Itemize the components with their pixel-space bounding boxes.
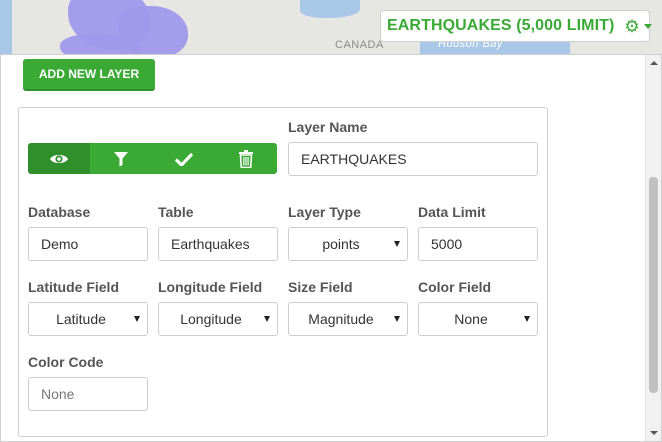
dropdown-arrow-icon bbox=[394, 241, 400, 247]
filter-button[interactable] bbox=[90, 143, 153, 174]
database-value: Demo bbox=[41, 236, 79, 252]
color-code-label: Color Code bbox=[28, 354, 104, 370]
table-label: Table bbox=[158, 204, 194, 220]
longitude-field-select[interactable]: Longitude bbox=[158, 302, 278, 336]
map-water bbox=[0, 0, 12, 60]
layer-name-value: EARTHQUAKES bbox=[301, 151, 407, 167]
layer-type-value: points bbox=[322, 236, 360, 252]
dropdown-arrow-icon bbox=[524, 316, 530, 322]
dropdown-arrow-icon bbox=[394, 316, 400, 322]
layer-title: EARTHQUAKES (5,000 LIMIT) bbox=[387, 17, 615, 34]
scrollbar-thumb[interactable] bbox=[649, 177, 658, 393]
data-limit-input[interactable]: 5000 bbox=[418, 227, 538, 261]
caret-down-icon[interactable] bbox=[643, 23, 652, 29]
color-field-label: Color Field bbox=[418, 279, 492, 295]
layer-name-label: Layer Name bbox=[288, 119, 368, 135]
size-field-label: Size Field bbox=[288, 279, 353, 295]
layer-name-input[interactable]: EARTHQUAKES bbox=[288, 142, 538, 176]
layer-menu-toggle[interactable]: EARTHQUAKES (5,000 LIMIT) ⚙ bbox=[380, 10, 652, 42]
trash-icon bbox=[238, 149, 253, 168]
color-field-select[interactable]: None bbox=[418, 302, 538, 336]
longitude-field-value: Longitude bbox=[180, 311, 242, 327]
map-label-canada: CANADA bbox=[335, 39, 384, 51]
dropdown-arrow-icon bbox=[264, 316, 270, 322]
layer-settings-panel: ADD NEW LAYER Layer Name EARTHQUAKES Dat… bbox=[0, 54, 662, 442]
layer-type-select[interactable]: points bbox=[288, 227, 408, 261]
filter-icon bbox=[114, 151, 129, 166]
table-input[interactable]: Earthquakes bbox=[158, 227, 278, 261]
toggle-visibility-button[interactable] bbox=[28, 143, 91, 174]
latitude-field-select[interactable]: Latitude bbox=[28, 302, 148, 336]
apply-button[interactable] bbox=[152, 143, 215, 174]
longitude-field-label: Longitude Field bbox=[158, 279, 263, 295]
data-limit-value: 5000 bbox=[431, 236, 463, 252]
layer-card: Layer Name EARTHQUAKES Database Demo Tab… bbox=[18, 107, 548, 437]
database-input[interactable]: Demo bbox=[28, 227, 148, 261]
dropdown-arrow-icon bbox=[134, 316, 140, 322]
data-limit-label: Data Limit bbox=[418, 204, 486, 220]
table-value: Earthquakes bbox=[171, 236, 250, 252]
layer-type-label: Layer Type bbox=[288, 204, 361, 220]
database-label: Database bbox=[28, 204, 91, 220]
latitude-field-value: Latitude bbox=[56, 311, 106, 327]
add-new-layer-button[interactable]: ADD NEW LAYER bbox=[23, 59, 155, 91]
delete-layer-button[interactable] bbox=[214, 143, 277, 174]
color-code-placeholder: None bbox=[41, 386, 75, 402]
map-water bbox=[300, 0, 360, 18]
gear-icon[interactable]: ⚙ bbox=[624, 18, 639, 35]
color-field-value: None bbox=[454, 311, 488, 327]
panel-scrollbar[interactable] bbox=[645, 55, 661, 441]
size-field-value: Magnitude bbox=[308, 311, 374, 327]
color-code-input[interactable]: None bbox=[28, 377, 148, 411]
scroll-up-arrow-icon[interactable] bbox=[650, 61, 658, 65]
size-field-select[interactable]: Magnitude bbox=[288, 302, 408, 336]
eye-icon bbox=[50, 154, 69, 163]
scroll-down-arrow-icon[interactable] bbox=[650, 431, 658, 435]
checkmark-icon bbox=[174, 152, 193, 166]
layer-toolbar bbox=[28, 143, 277, 174]
latitude-field-label: Latitude Field bbox=[28, 279, 119, 295]
